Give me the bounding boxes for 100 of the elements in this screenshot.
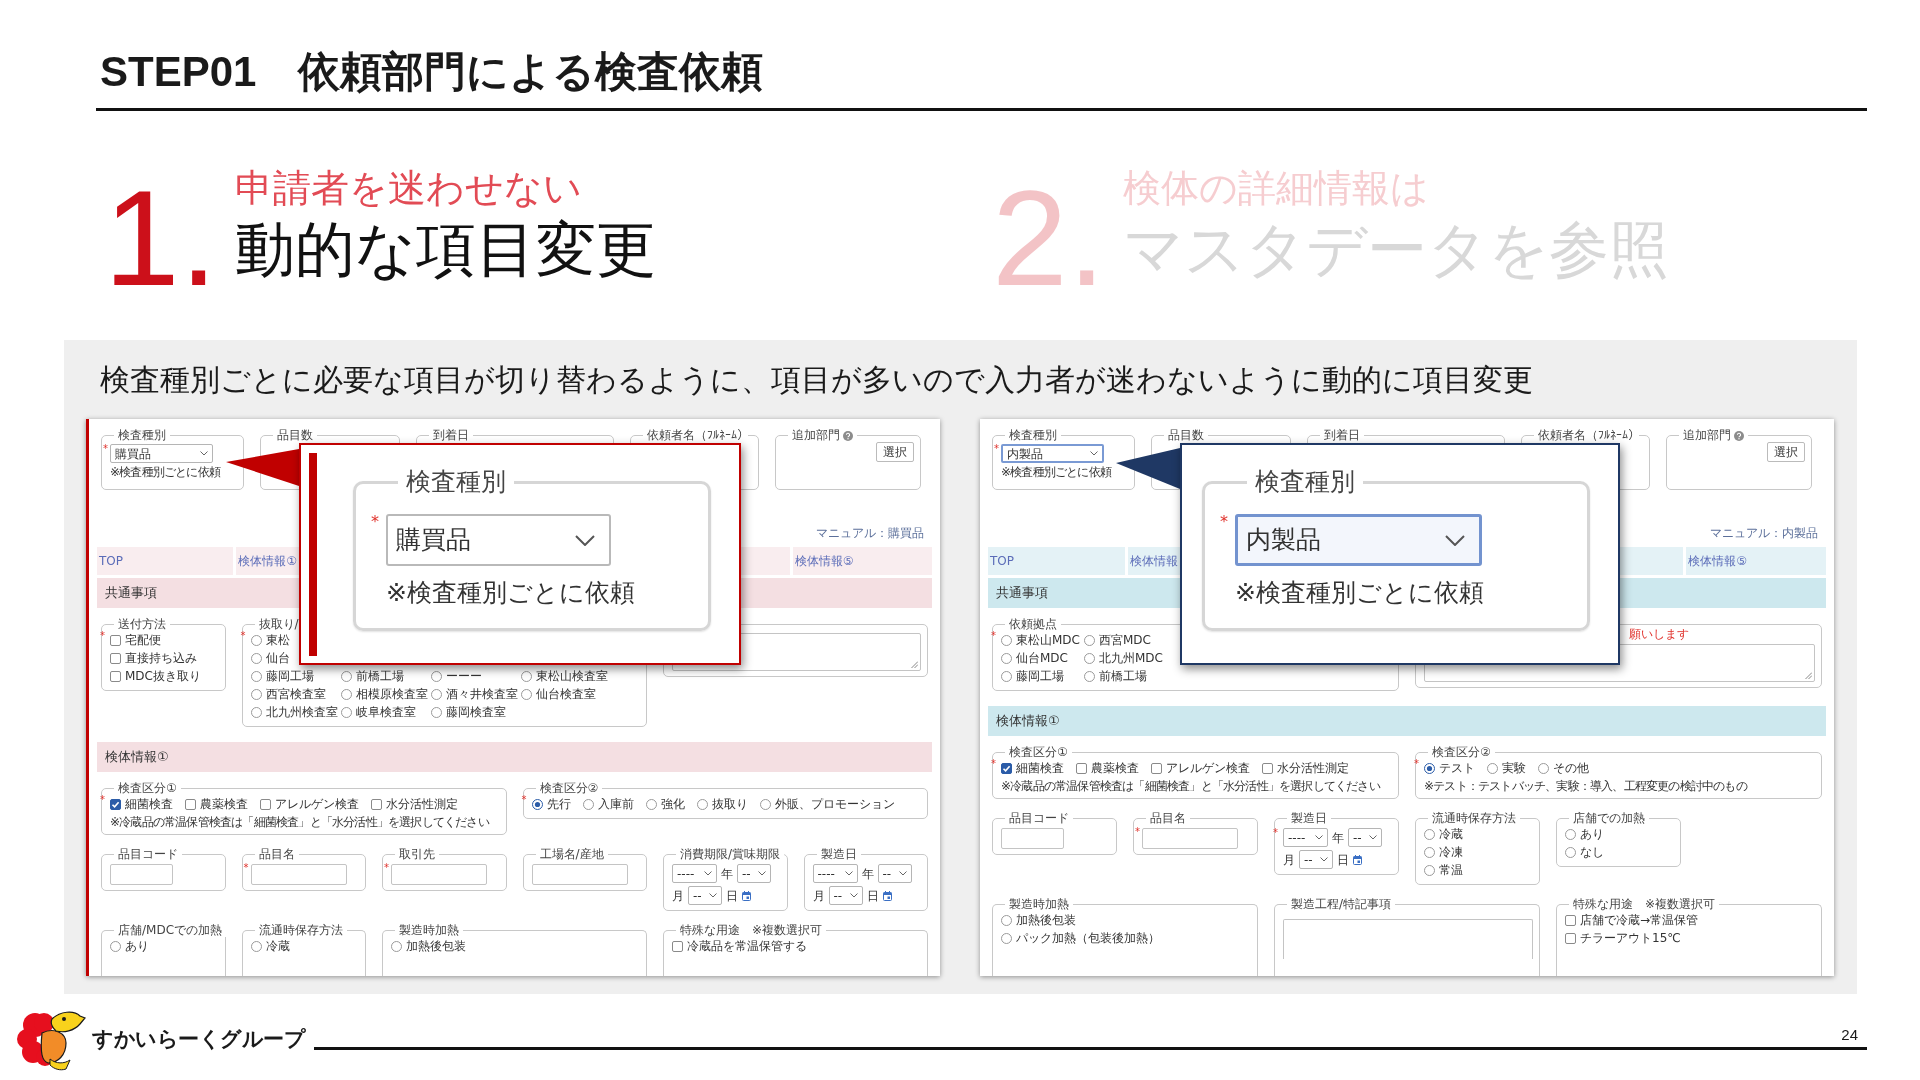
- radio-button[interactable]: [1001, 914, 1012, 926]
- dropdown[interactable]: --: [1299, 850, 1333, 869]
- text-field[interactable]: [531, 864, 628, 885]
- radio-label: 仙台MDC: [1016, 650, 1068, 667]
- radio-button[interactable]: [1538, 762, 1549, 774]
- field-label: 店舗での加熱: [1573, 812, 1645, 825]
- radio-button[interactable]: [1084, 634, 1095, 646]
- dropdown[interactable]: --: [737, 864, 771, 883]
- checkbox[interactable]: [1076, 762, 1087, 774]
- text-field[interactable]: [250, 864, 347, 885]
- radio-label: 藤岡検査室: [445, 704, 506, 721]
- radio-label: 仙台: [265, 650, 290, 667]
- manual-link[interactable]: マニュアル：購買品: [816, 526, 924, 540]
- dropdown[interactable]: 内製品: [1235, 514, 1483, 566]
- required-mark: *: [521, 795, 528, 805]
- radio-button[interactable]: [1001, 634, 1012, 646]
- manual-link[interactable]: マニュアル：内製品: [1710, 526, 1818, 540]
- radio-button[interactable]: [391, 940, 402, 952]
- checkbox[interactable]: [1151, 762, 1162, 774]
- radio-button[interactable]: [1424, 828, 1435, 840]
- radio-button[interactable]: [430, 688, 442, 700]
- dropdown[interactable]: 内製品: [1001, 444, 1104, 463]
- checkbox[interactable]: [1565, 932, 1576, 944]
- select-button[interactable]: 選択: [876, 442, 914, 462]
- checkbox[interactable]: [110, 652, 121, 664]
- radio-label: 入庫前: [597, 796, 634, 813]
- checkbox[interactable]: [110, 670, 121, 682]
- radio-button[interactable]: [1001, 932, 1012, 944]
- help-icon[interactable]: [843, 430, 853, 441]
- dropdown[interactable]: 購買品: [110, 444, 213, 463]
- radio-button[interactable]: [531, 798, 543, 810]
- radio-label: パック加熱（包装後加熱）: [1016, 930, 1160, 947]
- radio-button[interactable]: [582, 798, 594, 810]
- checkbox[interactable]: [185, 798, 196, 810]
- help-icon[interactable]: [1734, 430, 1744, 441]
- calendar-icon[interactable]: [1353, 854, 1362, 865]
- dropdown[interactable]: ----: [1283, 828, 1328, 847]
- radio-button[interactable]: [430, 670, 442, 682]
- radio-button[interactable]: [250, 706, 262, 718]
- calendar-icon[interactable]: [742, 890, 751, 901]
- dropdown[interactable]: ----: [812, 864, 858, 883]
- radio-button[interactable]: [340, 706, 352, 718]
- radio-button[interactable]: [1424, 864, 1435, 876]
- radio-button[interactable]: [340, 670, 352, 682]
- resize-grip-icon[interactable]: [911, 661, 918, 668]
- radio-button[interactable]: [250, 670, 262, 682]
- radio-button[interactable]: [1487, 762, 1498, 774]
- tab[interactable]: 検体情報⑤: [1686, 547, 1826, 575]
- dropdown[interactable]: --: [1348, 828, 1382, 847]
- dropdown[interactable]: --: [688, 886, 722, 905]
- tab[interactable]: 検体情報⑤: [792, 547, 932, 575]
- radio-button[interactable]: [1084, 652, 1095, 664]
- tab[interactable]: TOP: [97, 547, 237, 575]
- date-unit-label: 日: [1337, 851, 1349, 869]
- radio-button[interactable]: [1084, 670, 1095, 682]
- radio-label: 強化: [660, 796, 685, 813]
- radio-button[interactable]: [110, 940, 121, 952]
- select-button[interactable]: 選択: [1767, 442, 1805, 462]
- radio-button[interactable]: [759, 798, 771, 810]
- checkbox[interactable]: [110, 798, 121, 810]
- radio-button[interactable]: [696, 798, 708, 810]
- text-field[interactable]: [110, 864, 173, 885]
- radio-button[interactable]: [645, 798, 657, 810]
- radio-button[interactable]: [1424, 846, 1435, 858]
- text-field[interactable]: [1001, 828, 1064, 849]
- text-field[interactable]: [1142, 828, 1238, 849]
- text-field[interactable]: [391, 864, 487, 885]
- resize-grip-icon[interactable]: [1805, 672, 1812, 679]
- checkbox[interactable]: [260, 798, 271, 810]
- radio-button[interactable]: [430, 706, 442, 718]
- radio-button[interactable]: [520, 688, 532, 700]
- required-mark: *: [1220, 514, 1229, 530]
- field-label: 店舗/MDCでの加熱: [118, 924, 222, 937]
- radio-button[interactable]: [1424, 762, 1435, 774]
- checkbox[interactable]: [371, 798, 382, 810]
- radio-button[interactable]: [520, 670, 532, 682]
- radio-button[interactable]: [1001, 652, 1012, 664]
- checkbox[interactable]: [1262, 762, 1273, 774]
- radio-button[interactable]: [250, 634, 262, 646]
- radio-button[interactable]: [1565, 846, 1576, 858]
- field-label: 到着日: [1324, 429, 1360, 442]
- checkbox[interactable]: [110, 634, 121, 646]
- radio-label: あり: [125, 938, 149, 955]
- required-mark: *: [991, 759, 997, 769]
- section-header: 検体情報①: [97, 742, 932, 772]
- dropdown[interactable]: --: [877, 864, 912, 883]
- checkbox[interactable]: [1565, 914, 1576, 926]
- radio-button[interactable]: [250, 940, 262, 952]
- tab[interactable]: TOP: [988, 547, 1128, 575]
- radio-button[interactable]: [250, 688, 262, 700]
- checkbox[interactable]: [1001, 762, 1012, 774]
- checkbox[interactable]: [672, 940, 683, 952]
- radio-button[interactable]: [340, 688, 352, 700]
- dropdown[interactable]: 購買品: [386, 514, 611, 566]
- radio-button[interactable]: [250, 652, 262, 664]
- dropdown[interactable]: ----: [672, 864, 717, 883]
- calendar-icon[interactable]: [882, 890, 892, 901]
- radio-button[interactable]: [1565, 828, 1576, 840]
- dropdown[interactable]: --: [828, 886, 863, 905]
- radio-button[interactable]: [1001, 670, 1012, 682]
